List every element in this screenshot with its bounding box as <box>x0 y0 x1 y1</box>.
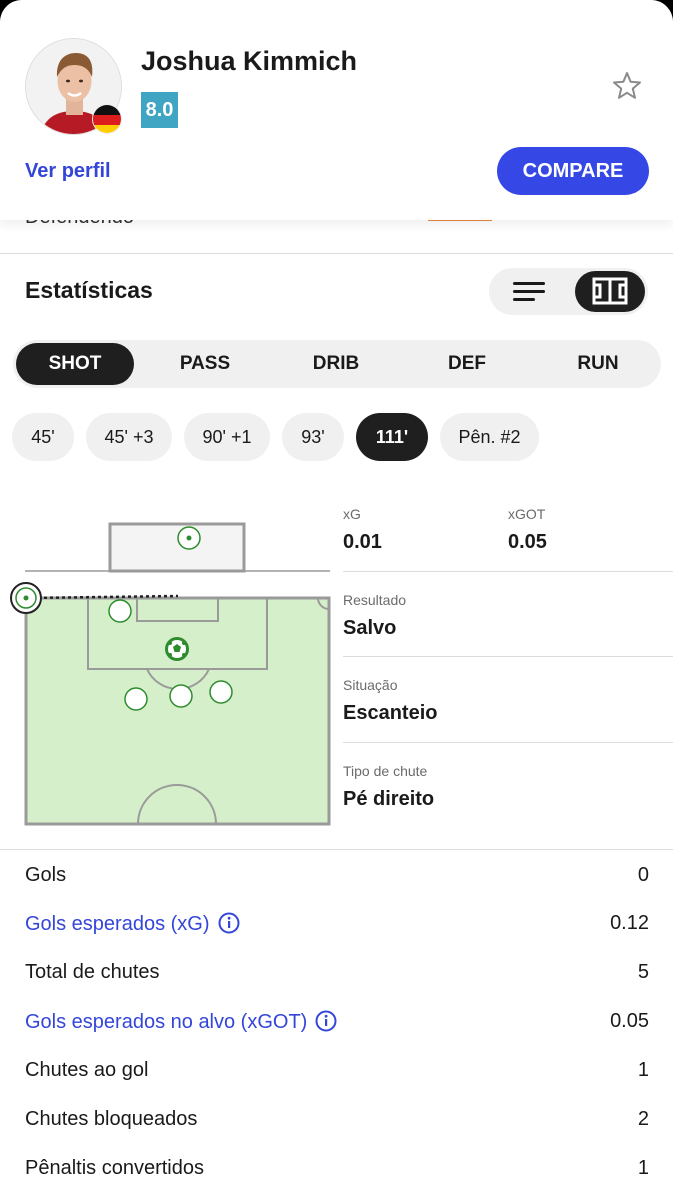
ball-icon <box>165 637 189 661</box>
stat-label: Gols <box>25 864 67 886</box>
shot-map <box>10 522 331 826</box>
stat-value: 0.05 <box>610 1010 649 1032</box>
player-name: Joshua Kimmich <box>141 46 358 76</box>
info-icon[interactable] <box>315 1010 337 1032</box>
stat-value: 1 <box>637 1059 649 1081</box>
player-marker <box>169 684 193 708</box>
section-divider <box>0 849 673 850</box>
player-sheet: Joshua Kimmich 8.0 Ver perfil COMPARE De… <box>0 0 673 1200</box>
view-toggle <box>489 268 648 315</box>
stat-label: Chutes bloqueados <box>25 1108 198 1130</box>
list-icon <box>513 282 545 301</box>
stat-label: Chutes ao gol <box>25 1059 149 1081</box>
player-marker <box>108 599 132 623</box>
detail-divider <box>343 656 673 657</box>
info-icon[interactable] <box>218 912 240 934</box>
detail-divider <box>343 571 673 572</box>
pitch-area <box>24 596 331 826</box>
stat-row-xg[interactable]: Gols esperados (xG) 0.12 <box>25 912 649 942</box>
view-profile-link[interactable]: Ver perfil <box>25 160 111 183</box>
stat-row-penalties-scored: Pênaltis convertidos 1 <box>25 1157 649 1187</box>
pitch-icon <box>592 277 628 305</box>
germany-flag-icon <box>92 104 122 134</box>
pitch-view-button[interactable] <box>575 271 645 312</box>
stat-row-blocked-shots: Chutes bloqueados 2 <box>25 1108 649 1138</box>
stat-row-xgot[interactable]: Gols esperados no alvo (xGOT) 0.05 <box>25 1010 649 1040</box>
goal-frame <box>108 522 246 573</box>
stat-row-goals: Gols 0 <box>25 864 649 894</box>
shot-chip[interactable]: 93' <box>282 413 344 461</box>
stat-category-tabs: SHOT PASS DRIB DEF RUN <box>13 340 661 388</box>
situation-value: Escanteio <box>343 702 438 724</box>
stat-label-link[interactable]: Gols esperados (xG) <box>25 913 210 935</box>
list-view-button[interactable] <box>493 271 563 312</box>
tab-pass[interactable]: PASS <box>146 343 264 385</box>
stat-value: 5 <box>637 961 649 983</box>
stat-value: 0 <box>637 864 649 886</box>
player-rating-badge: 8.0 <box>141 92 178 128</box>
tab-shot[interactable]: SHOT <box>16 343 134 385</box>
player-marker <box>124 687 148 711</box>
shot-type-value: Pé direito <box>343 788 435 810</box>
player-marker <box>209 680 233 704</box>
stat-value: 2 <box>637 1108 649 1130</box>
player-header: Joshua Kimmich 8.0 Ver perfil COMPARE <box>0 0 673 220</box>
stat-value: 0.12 <box>610 912 649 934</box>
tab-def[interactable]: DEF <box>408 343 526 385</box>
xgot-label: xGOT <box>508 506 546 522</box>
situation-label: Situação <box>343 677 398 693</box>
tab-run[interactable]: RUN <box>539 343 657 385</box>
stat-label: Total de chutes <box>25 961 160 983</box>
tab-drib[interactable]: DRIB <box>277 343 395 385</box>
section-divider <box>0 253 673 254</box>
shot-chip-selected[interactable]: 111' <box>356 413 428 461</box>
favorite-star-icon[interactable] <box>611 70 643 102</box>
xgot-value: 0.05 <box>508 531 547 553</box>
xg-value: 0.01 <box>343 531 382 553</box>
xg-label: xG <box>343 506 361 522</box>
stat-value: 1 <box>637 1157 649 1179</box>
shot-type-label: Tipo de chute <box>343 763 428 779</box>
shot-chip[interactable]: 90' +1 <box>184 413 270 461</box>
stat-label-link[interactable]: Gols esperados no alvo (xGOT) <box>25 1011 307 1033</box>
shot-chip[interactable]: 45' +3 <box>86 413 172 461</box>
compare-button[interactable]: COMPARE <box>497 147 649 195</box>
stat-row-total-shots: Total de chutes 5 <box>25 961 649 991</box>
stats-title: Estatísticas <box>25 277 153 303</box>
detail-divider <box>343 742 673 743</box>
stat-row-shots-on-target: Chutes ao gol 1 <box>25 1059 649 1089</box>
result-label: Resultado <box>343 592 407 608</box>
shot-chip[interactable]: 45' <box>12 413 74 461</box>
shot-chip[interactable]: Pên. #2 <box>440 413 539 461</box>
stat-label: Pênaltis convertidos <box>25 1157 204 1179</box>
result-value: Salvo <box>343 617 397 639</box>
